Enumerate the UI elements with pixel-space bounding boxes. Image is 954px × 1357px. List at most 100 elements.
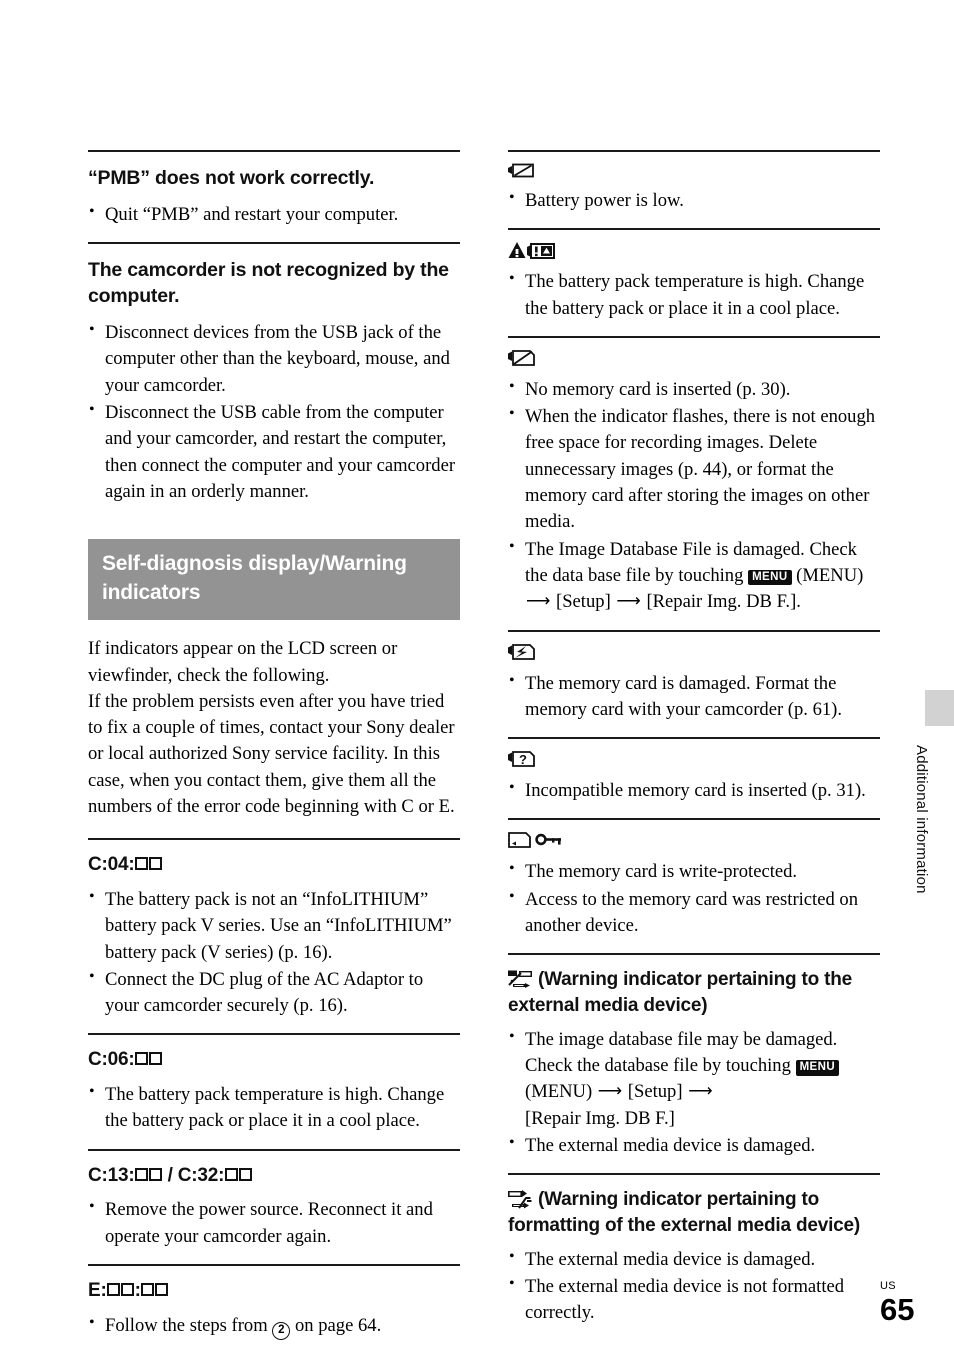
section-heading: The camcorder is not recognized by the c…	[88, 259, 449, 308]
list-item-text-middle: (MENU)	[791, 564, 864, 586]
battery-temperature-warning-icon-svg	[508, 242, 555, 260]
bullet-list: Battery power is low.	[508, 187, 880, 214]
placeholder-box-icon	[149, 1052, 163, 1066]
section-heading: “PMB” does not work correctly.	[88, 167, 375, 189]
section-rule	[508, 818, 880, 821]
side-tab-label: Additional information	[913, 745, 930, 894]
section-code-e: E:: Follow the steps from 2 on page 64.	[88, 1279, 460, 1340]
no-memory-card-icon	[508, 349, 880, 370]
list-item: The external media device is not formatt…	[508, 1273, 880, 1327]
code-heading: E::	[88, 1279, 460, 1304]
memory-card-damaged-icon-svg	[508, 643, 535, 660]
section-battery-temperature-warning: The battery pack temperature is high. Ch…	[508, 241, 880, 322]
right-column: Battery power is low. The	[508, 150, 880, 1341]
list-item-text-arrow1: [Setup]	[623, 1081, 688, 1103]
list-item-text-arrow2: [Repair Img. DB F.]	[525, 1107, 675, 1129]
bullet-list: Follow the steps from 2 on page 64.	[88, 1312, 460, 1340]
list-item: Access to the memory card was restricted…	[508, 886, 880, 940]
list-item: Connect the DC plug of the AC Adaptor to…	[88, 966, 460, 1020]
list-item: No memory card is inserted (p. 30).	[508, 376, 880, 403]
folio-number: 65	[880, 1292, 915, 1327]
placeholder-box-icon	[135, 1167, 149, 1181]
list-item: The battery pack is not an “InfoLITHIUM”…	[88, 886, 460, 966]
code-text: C:13:	[88, 1164, 135, 1186]
placeholder-box-icon	[121, 1283, 135, 1297]
code-text: C:04:	[88, 854, 135, 876]
folio-region: US	[880, 1280, 896, 1292]
circled-step-number: 2	[272, 1321, 291, 1340]
list-item: Quit “PMB” and restart your computer.	[88, 201, 460, 228]
section-rule	[508, 953, 880, 956]
bullet-list: The battery pack temperature is high. Ch…	[508, 268, 880, 322]
section-rule	[88, 1033, 460, 1036]
list-item: The memory card is damaged. Format the m…	[508, 670, 880, 724]
incompatible-memory-card-icon-svg: ?	[508, 751, 535, 767]
arrow-right-icon: ⟶	[597, 1081, 623, 1101]
list-item-text-before: Follow the steps from	[105, 1314, 273, 1336]
list-item: Remove the power source. Reconnect it an…	[88, 1196, 460, 1250]
list-item: Follow the steps from 2 on page 64.	[88, 1312, 460, 1340]
side-tab-marker	[925, 690, 954, 726]
battery-low-icon	[508, 163, 880, 181]
section-code-c04: C:04: The battery pack is not an “InfoLI…	[88, 853, 460, 1019]
list-item: The battery pack temperature is high. Ch…	[88, 1081, 460, 1135]
section-rule	[88, 1264, 460, 1267]
list-item: The memory card is write-protected.	[508, 858, 880, 885]
memory-card-write-protect-icon-svg	[508, 832, 561, 849]
bullet-list: The image database file may be damaged. …	[508, 1026, 880, 1159]
code-heading: C:06:	[88, 1048, 460, 1073]
code-separator: :	[134, 1280, 141, 1302]
section-rule	[508, 737, 880, 740]
placeholder-box-icon	[107, 1283, 121, 1297]
list-item: The battery pack temperature is high. Ch…	[508, 268, 880, 322]
section-rule	[508, 150, 880, 152]
section-external-media-warning: (Warning indicator pertaining to the ext…	[508, 967, 880, 1159]
section-no-memory-card: No memory card is inserted (p. 30). When…	[508, 349, 880, 616]
section-rule	[508, 335, 880, 338]
section-heading: (Warning indicator pertaining to the ext…	[508, 967, 880, 1018]
menu-button-badge[interactable]: MENU	[795, 1060, 840, 1076]
placeholder-box-icon	[135, 1052, 149, 1066]
section-battery-low: Battery power is low.	[508, 163, 880, 214]
bullet-list: The external media device is damaged. Th…	[508, 1246, 880, 1327]
list-item: Battery power is low.	[508, 187, 880, 214]
external-media-warning-icon	[508, 970, 532, 989]
arrow-right-icon: ⟶	[526, 591, 551, 611]
battery-low-icon-svg	[508, 163, 534, 178]
bullet-list: The battery pack temperature is high. Ch…	[88, 1081, 460, 1135]
list-item: The image database file may be damaged. …	[508, 1026, 880, 1132]
manual-page: “PMB” does not work correctly. Quit “PMB…	[0, 0, 954, 1357]
list-item: The Image Database File is damaged. Chec…	[508, 536, 880, 616]
code-text: C:06:	[88, 1049, 135, 1071]
code-heading: C:04:	[88, 853, 460, 878]
no-memory-card-icon-svg	[508, 349, 535, 366]
code-text-2: / C:32:	[162, 1164, 225, 1186]
bullet-list: No memory card is inserted (p. 30). When…	[508, 376, 880, 616]
section-camcorder-not-recognized: The camcorder is not recognized by the c…	[88, 258, 460, 505]
memory-card-write-protect-icon	[508, 831, 880, 852]
section-rule	[88, 838, 460, 841]
list-item-text-arrow1: [Setup]	[551, 591, 616, 613]
placeholder-box-icon	[224, 1167, 238, 1181]
section-external-media-format-warning: (Warning indicator pertaining to formatt…	[508, 1187, 880, 1326]
bullet-list: The memory card is write-protected. Acce…	[508, 858, 880, 940]
list-item-text-after: on page 64.	[290, 1314, 382, 1336]
bullet-list: Incompatible memory card is inserted (p.…	[508, 777, 880, 804]
battery-temperature-warning-icon	[508, 241, 880, 262]
incompatible-memory-card-icon: ?	[508, 750, 880, 771]
placeholder-box-icon	[149, 857, 163, 871]
section-code-c13-c32: C:13: / C:32: Remove the power source. R…	[88, 1164, 460, 1250]
placeholder-box-icon	[141, 1283, 155, 1297]
section-rule	[508, 228, 880, 231]
bullet-list: The battery pack is not an “InfoLITHIUM”…	[88, 886, 460, 1020]
external-media-format-warning-icon	[508, 1190, 532, 1209]
arrow-right-icon: ⟶	[616, 591, 641, 611]
menu-button-badge[interactable]: MENU	[748, 569, 792, 586]
list-item-text-middle: (MENU)	[525, 1081, 597, 1103]
list-item: Incompatible memory card is inserted (p.…	[508, 777, 880, 804]
bullet-list: Disconnect devices from the USB jack of …	[88, 319, 460, 505]
section-rule	[508, 629, 880, 632]
intro-paragraph: If indicators appear on the LCD screen o…	[88, 638, 455, 818]
section-banner-title: Self-diagnosis display/Warning indicator…	[88, 539, 460, 621]
list-item: Disconnect devices from the USB jack of …	[88, 319, 460, 399]
